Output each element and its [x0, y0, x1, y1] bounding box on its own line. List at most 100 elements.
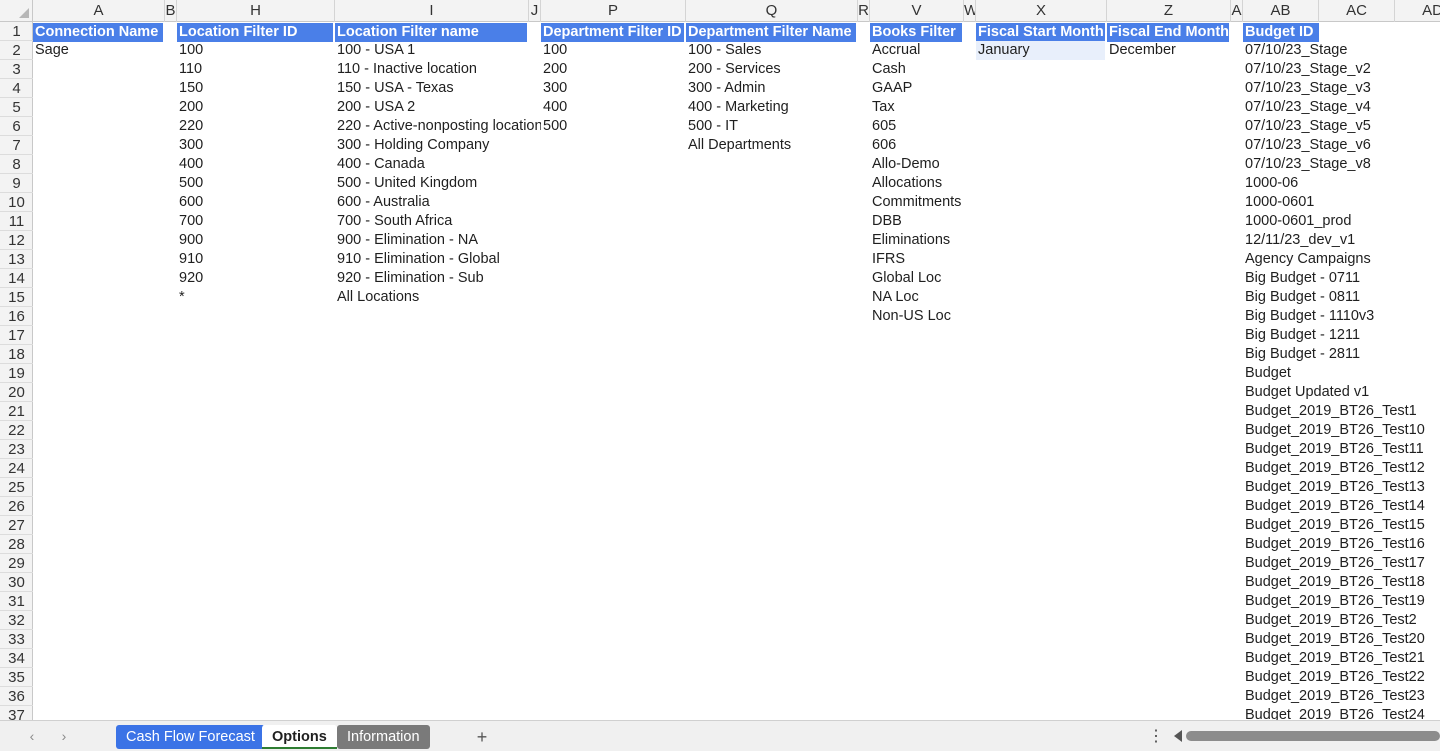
cell-i[interactable]: 110 - Inactive location [335, 60, 541, 79]
cell-ab[interactable]: 07/10/23_Stage_v2 [1243, 60, 1371, 79]
header-cell-i[interactable]: Location Filter name [335, 23, 527, 42]
cell-ab[interactable]: 1000-06 [1243, 174, 1298, 193]
cell-ab[interactable]: Budget_2019_BT26_Test21 [1243, 649, 1425, 668]
tab-options[interactable]: Options [262, 725, 337, 749]
cell-i[interactable]: 600 - Australia [335, 193, 541, 212]
cell-v[interactable]: Cash [870, 60, 906, 79]
row-header[interactable]: 26 [0, 497, 33, 516]
cell-h[interactable]: 110 [177, 60, 202, 79]
cell-ab[interactable]: Budget_2019_BT26_Test20 [1243, 630, 1425, 649]
header-cell-q[interactable]: Department Filter Name [686, 23, 856, 42]
cell-h[interactable]: 600 [177, 193, 203, 212]
row-header[interactable]: 21 [0, 402, 33, 421]
next-sheet-icon[interactable]: › [54, 726, 74, 746]
header-cell-v[interactable]: Books Filter [870, 23, 962, 42]
cell-ab[interactable]: 07/10/23_Stage_v4 [1243, 98, 1371, 117]
cell-q[interactable]: 400 - Marketing [686, 98, 789, 117]
cell-v[interactable]: NA Loc [870, 288, 919, 307]
column-header-AC[interactable]: AC [1319, 0, 1395, 22]
cell-ab[interactable]: Big Budget - 0711 [1243, 269, 1360, 288]
row-header[interactable]: 24 [0, 459, 33, 478]
column-header-W[interactable]: W [964, 0, 976, 22]
cell-ab[interactable]: Budget Updated v1 [1243, 383, 1369, 402]
row-header[interactable]: 16 [0, 307, 33, 326]
cell-p[interactable]: 300 [541, 79, 567, 98]
cell-q[interactable]: 100 - Sales [686, 41, 761, 60]
cell-ab[interactable]: Budget_2019_BT26_Test10 [1243, 421, 1425, 440]
column-header-X[interactable]: X [976, 0, 1107, 22]
horizontal-scrollbar[interactable] [1186, 731, 1440, 741]
row-header[interactable]: 18 [0, 345, 33, 364]
row-header[interactable]: 35 [0, 668, 33, 687]
scroll-left-icon[interactable] [1174, 730, 1182, 742]
add-sheet-icon[interactable]: + [472, 725, 492, 749]
cell-ab[interactable]: 1000-0601_prod [1243, 212, 1351, 231]
row-header[interactable]: 27 [0, 516, 33, 535]
cell-h[interactable]: 700 [177, 212, 203, 231]
cell-i[interactable]: 920 - Elimination - Sub [335, 269, 541, 288]
row-header[interactable]: 1 [0, 22, 33, 41]
cell-ab[interactable]: Budget_2019_BT26_Test11 [1243, 440, 1424, 459]
row-header[interactable]: 20 [0, 383, 33, 402]
row-header[interactable]: 23 [0, 440, 33, 459]
column-header-AD[interactable]: AD [1395, 0, 1440, 22]
cell-i[interactable]: 300 - Holding Company [335, 136, 541, 155]
cell-z[interactable]: December [1107, 41, 1176, 60]
row-header[interactable]: 11 [0, 212, 33, 231]
row-header[interactable]: 22 [0, 421, 33, 440]
cell-v[interactable]: Allocations [870, 174, 942, 193]
row-header[interactable]: 2 [0, 41, 33, 60]
cell-v[interactable]: IFRS [870, 250, 905, 269]
cell-v[interactable]: GAAP [870, 79, 912, 98]
cell-p[interactable]: 500 [541, 117, 567, 136]
cell-ab[interactable]: 07/10/23_Stage_v3 [1243, 79, 1371, 98]
column-header-H[interactable]: H [177, 0, 335, 22]
cell-v[interactable]: 605 [870, 117, 896, 136]
cell-ab[interactable]: Big Budget - 1211 [1243, 326, 1360, 345]
cell-i[interactable]: 500 - United Kingdom [335, 174, 541, 193]
cell-i[interactable]: 400 - Canada [335, 155, 541, 174]
row-header[interactable]: 33 [0, 630, 33, 649]
cell-p[interactable]: 100 [541, 41, 567, 60]
cell-ab[interactable]: 1000-0601 [1243, 193, 1314, 212]
row-header[interactable]: 30 [0, 573, 33, 592]
select-all-corner[interactable] [0, 0, 33, 22]
column-header-B[interactable]: B [165, 0, 177, 22]
row-header[interactable]: 6 [0, 117, 33, 136]
row-header[interactable]: 25 [0, 478, 33, 497]
cell-i[interactable]: All Locations [335, 288, 541, 307]
cell-ab[interactable]: Budget_2019_BT26_Test17 [1243, 554, 1425, 573]
header-cell-ab[interactable]: Budget ID [1243, 23, 1319, 42]
row-header[interactable]: 9 [0, 174, 33, 193]
cell-v[interactable]: Tax [870, 98, 895, 117]
cell-q[interactable]: 200 - Services [686, 60, 781, 79]
cell-i[interactable]: 100 - USA 1 [335, 41, 541, 60]
cell-h[interactable]: 150 [177, 79, 203, 98]
row-header[interactable]: 34 [0, 649, 33, 668]
column-header-J[interactable]: J [529, 0, 541, 22]
column-header-P[interactable]: P [541, 0, 686, 22]
row-header[interactable]: 28 [0, 535, 33, 554]
cell-v[interactable]: Commitments [870, 193, 961, 212]
header-cell-x[interactable]: Fiscal Start Month [976, 23, 1105, 42]
row-header[interactable]: 3 [0, 60, 33, 79]
cell-h[interactable]: 300 [177, 136, 203, 155]
cell-h[interactable]: 200 [177, 98, 203, 117]
cell-i[interactable]: 700 - South Africa [335, 212, 541, 231]
header-cell-h[interactable]: Location Filter ID [177, 23, 333, 42]
row-header[interactable]: 37 [0, 706, 33, 720]
cell-h[interactable]: 500 [177, 174, 203, 193]
prev-sheet-icon[interactable]: ‹ [22, 726, 42, 746]
cell-q[interactable]: All Departments [686, 136, 791, 155]
cell-p[interactable]: 400 [541, 98, 567, 117]
row-header[interactable]: 14 [0, 269, 33, 288]
cell-ab[interactable]: 07/10/23_Stage [1243, 41, 1347, 60]
cell-q[interactable]: 300 - Admin [686, 79, 765, 98]
cell-ab[interactable]: Budget_2019_BT26_Test14 [1243, 497, 1425, 516]
cell-i[interactable]: 910 - Elimination - Global [335, 250, 541, 269]
cell-ab[interactable]: Big Budget - 2811 [1243, 345, 1360, 364]
row-header[interactable]: 32 [0, 611, 33, 630]
cell-v[interactable]: Allo-Demo [870, 155, 940, 174]
column-header-A[interactable]: A [33, 0, 165, 22]
column-header-Q[interactable]: Q [686, 0, 858, 22]
